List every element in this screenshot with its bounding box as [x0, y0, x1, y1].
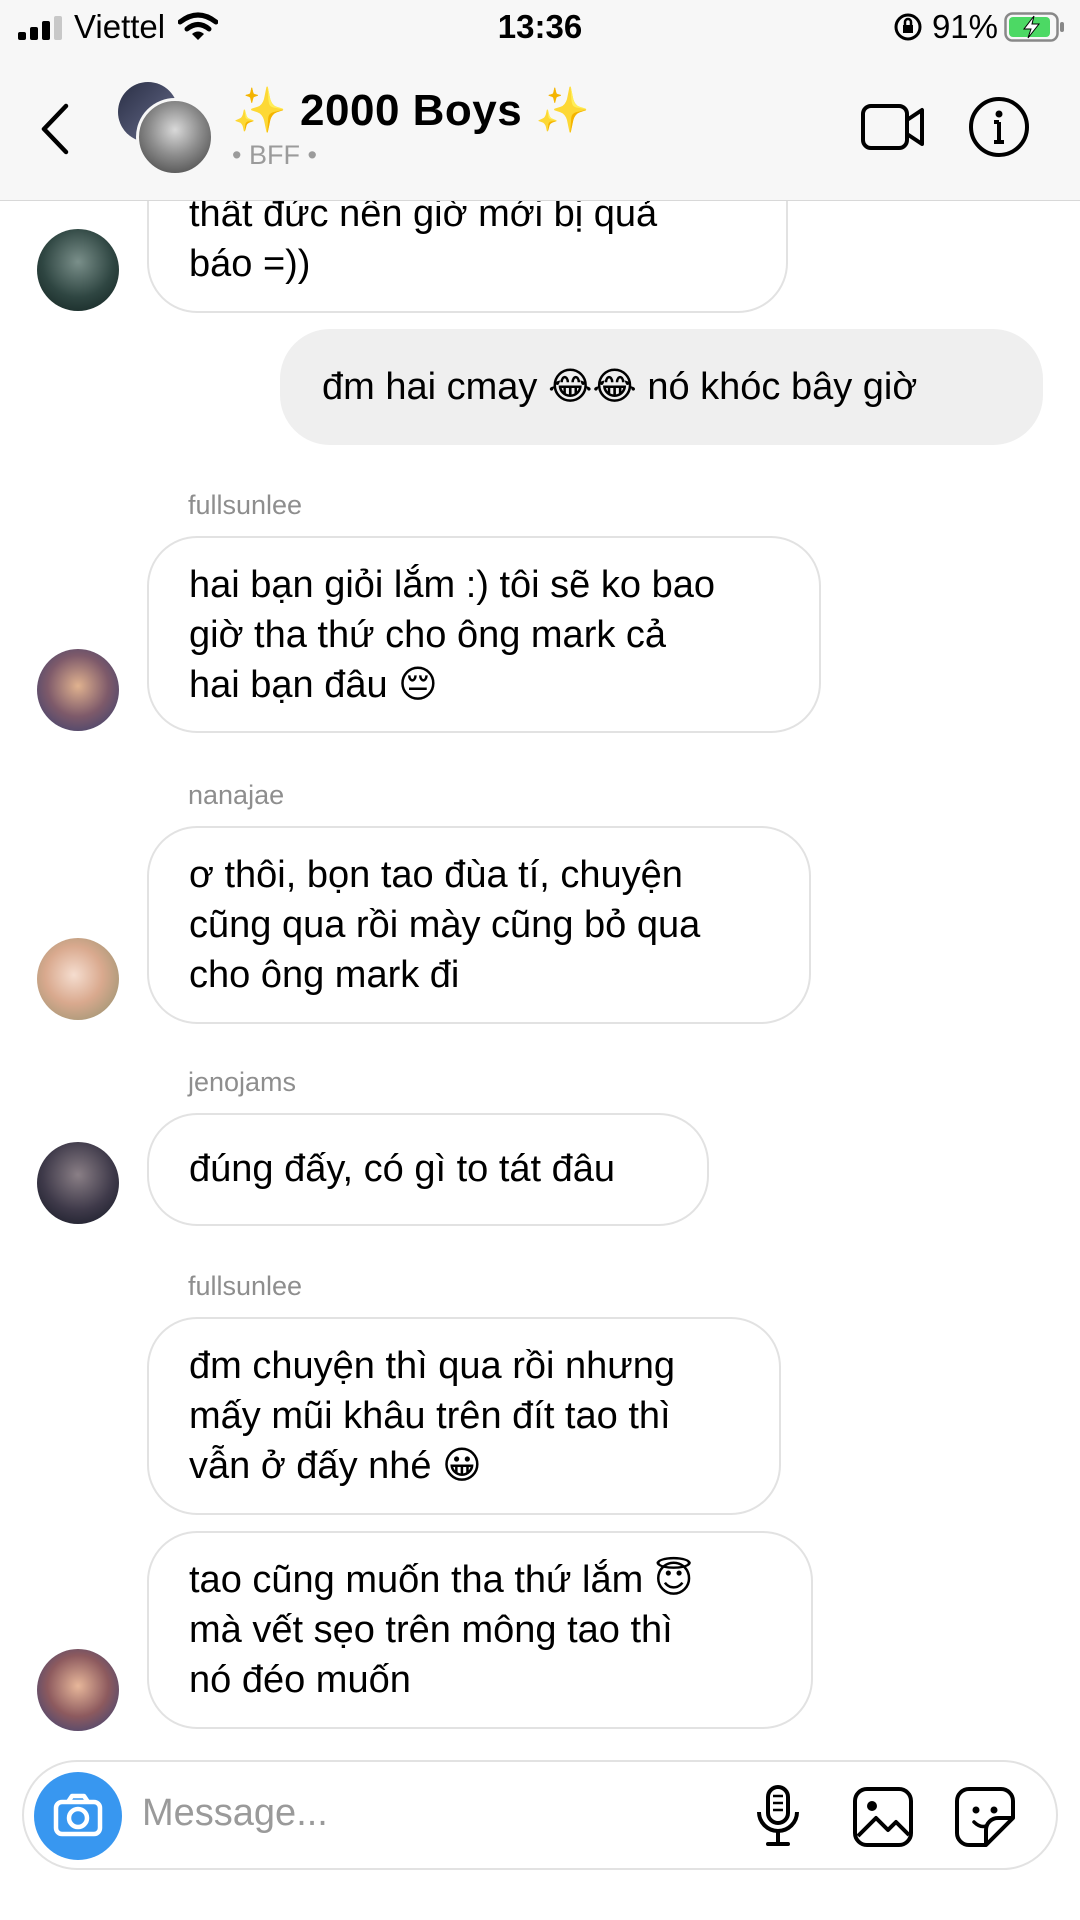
message-line: hai bạn giỏi lắm :) tôi sẽ ko bao — [189, 564, 715, 606]
avatar[interactable] — [37, 938, 119, 1020]
group-avatar[interactable] — [118, 82, 214, 176]
avatar[interactable] — [37, 649, 119, 731]
battery-percent: 91% — [931, 8, 998, 45]
message-line: báo =)) — [189, 243, 311, 285]
message-line: nó đéo muốn — [189, 1659, 411, 1701]
video-call-icon[interactable] — [860, 100, 926, 154]
info-icon[interactable] — [968, 96, 1030, 158]
avatar[interactable] — [37, 229, 119, 311]
message-input[interactable]: Message... — [142, 1792, 328, 1835]
message-line: mà vết sẹo trên mông tao thì — [189, 1609, 673, 1651]
sender-name: fullsunlee — [188, 1271, 303, 1301]
thread-title-text: 2000 Boys — [300, 86, 523, 135]
message-line: vẫn ở đấy nhé 😀 — [189, 1445, 482, 1487]
message-line: đúng đấy, có gì to tát đâu — [189, 1148, 616, 1190]
message-line: ơ thôi, bọn tao đùa tí, chuyện — [189, 854, 683, 896]
sticker-icon[interactable] — [954, 1786, 1016, 1848]
message-bubble[interactable]: hai bạn giỏi lắm :) tôi sẽ ko bao giờ th… — [147, 536, 821, 733]
sparkle-emoji: ✨ — [534, 86, 591, 135]
sender-name: jenojams — [188, 1067, 297, 1097]
avatar[interactable] — [37, 1142, 119, 1224]
sender-name: nanajae — [188, 780, 285, 810]
message-line: cũng qua rồi mày cũng bỏ qua — [189, 904, 701, 946]
message-line: tao cũng muốn tha thứ lắm 😇 — [189, 1559, 694, 1601]
message-line: hai bạn đâu 😔 — [189, 664, 438, 706]
camera-icon — [53, 1793, 103, 1837]
microphone-icon[interactable] — [754, 1784, 802, 1848]
camera-button[interactable] — [34, 1772, 122, 1860]
message-line: đm chuyện thì qua rồi nhưng — [189, 1345, 675, 1387]
thread-title[interactable]: ✨ 2000 Boys ✨ — [232, 84, 590, 136]
message-composer[interactable]: Message... — [22, 1760, 1058, 1870]
message-line: thất đức nên giờ mới bị quả — [189, 201, 658, 235]
status-bar: Viettel 13:36 91% — [0, 0, 1080, 60]
message-list[interactable]: thất đức nên giờ mới bị quả báo =)) đm h… — [0, 201, 1080, 1741]
sparkle-emoji: ✨ — [232, 86, 288, 135]
avatar[interactable] — [37, 1649, 119, 1731]
sender-name: fullsunlee — [188, 490, 303, 520]
battery-icon — [1004, 12, 1064, 42]
message-bubble[interactable]: đúng đấy, có gì to tát đâu — [147, 1113, 709, 1226]
message-bubble[interactable]: đm chuyện thì qua rồi nhưng mấy mũi khâu… — [147, 1317, 781, 1515]
message-line: đm hai cmay 😂😂 nó khóc bây giờ — [322, 366, 918, 408]
message-bubble[interactable]: tao cũng muốn tha thứ lắm 😇 mà vết sẹo t… — [147, 1531, 813, 1729]
thread-subtitle: • BFF • — [232, 140, 317, 170]
message-bubble-own[interactable]: đm hai cmay 😂😂 nó khóc bây giờ — [280, 329, 1043, 445]
back-chevron-icon[interactable] — [38, 102, 72, 156]
orientation-lock-icon — [894, 13, 922, 41]
message-line: giờ tha thứ cho ông mark cả — [189, 614, 667, 656]
thread-header: ✨ 2000 Boys ✨ • BFF • — [0, 60, 1080, 201]
message-bubble[interactable]: thất đức nên giờ mới bị quả báo =)) — [147, 201, 788, 313]
message-line: mấy mũi khâu trên đít tao thì — [189, 1395, 671, 1437]
message-bubble[interactable]: ơ thôi, bọn tao đùa tí, chuyện cũng qua … — [147, 826, 811, 1024]
message-line: cho ông mark đi — [189, 954, 460, 996]
gallery-icon[interactable] — [852, 1786, 914, 1848]
group-avatar-front — [136, 98, 214, 176]
